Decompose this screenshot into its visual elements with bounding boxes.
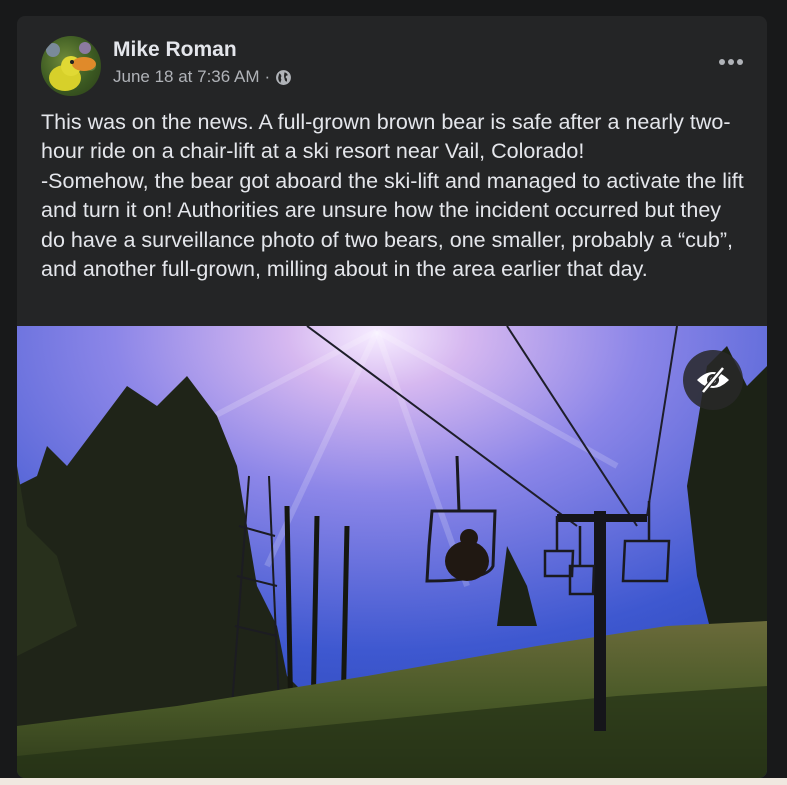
page-bottom-edge [0, 778, 787, 785]
post-timestamp[interactable]: June 18 at 7:36 AM [113, 67, 260, 87]
avatar[interactable] [41, 36, 101, 96]
post-header: Mike Roman June 18 at 7:36 AM · [17, 16, 767, 96]
eye-slash-icon [697, 366, 729, 394]
post-card: Mike Roman June 18 at 7:36 AM · This was… [17, 16, 767, 778]
hide-photo-button[interactable] [683, 350, 743, 410]
post-photo[interactable] [17, 326, 767, 778]
more-options-icon [719, 59, 743, 65]
post-meta: June 18 at 7:36 AM · [113, 67, 292, 87]
author-name[interactable]: Mike Roman [113, 38, 237, 62]
meta-separator: · [264, 67, 271, 86]
avatar-duck-image [46, 42, 96, 91]
chairlift-photo [17, 326, 767, 778]
post-text: This was on the news. A full-grown brown… [41, 110, 744, 282]
more-options-button[interactable] [711, 42, 751, 82]
globe-icon[interactable] [275, 69, 292, 86]
